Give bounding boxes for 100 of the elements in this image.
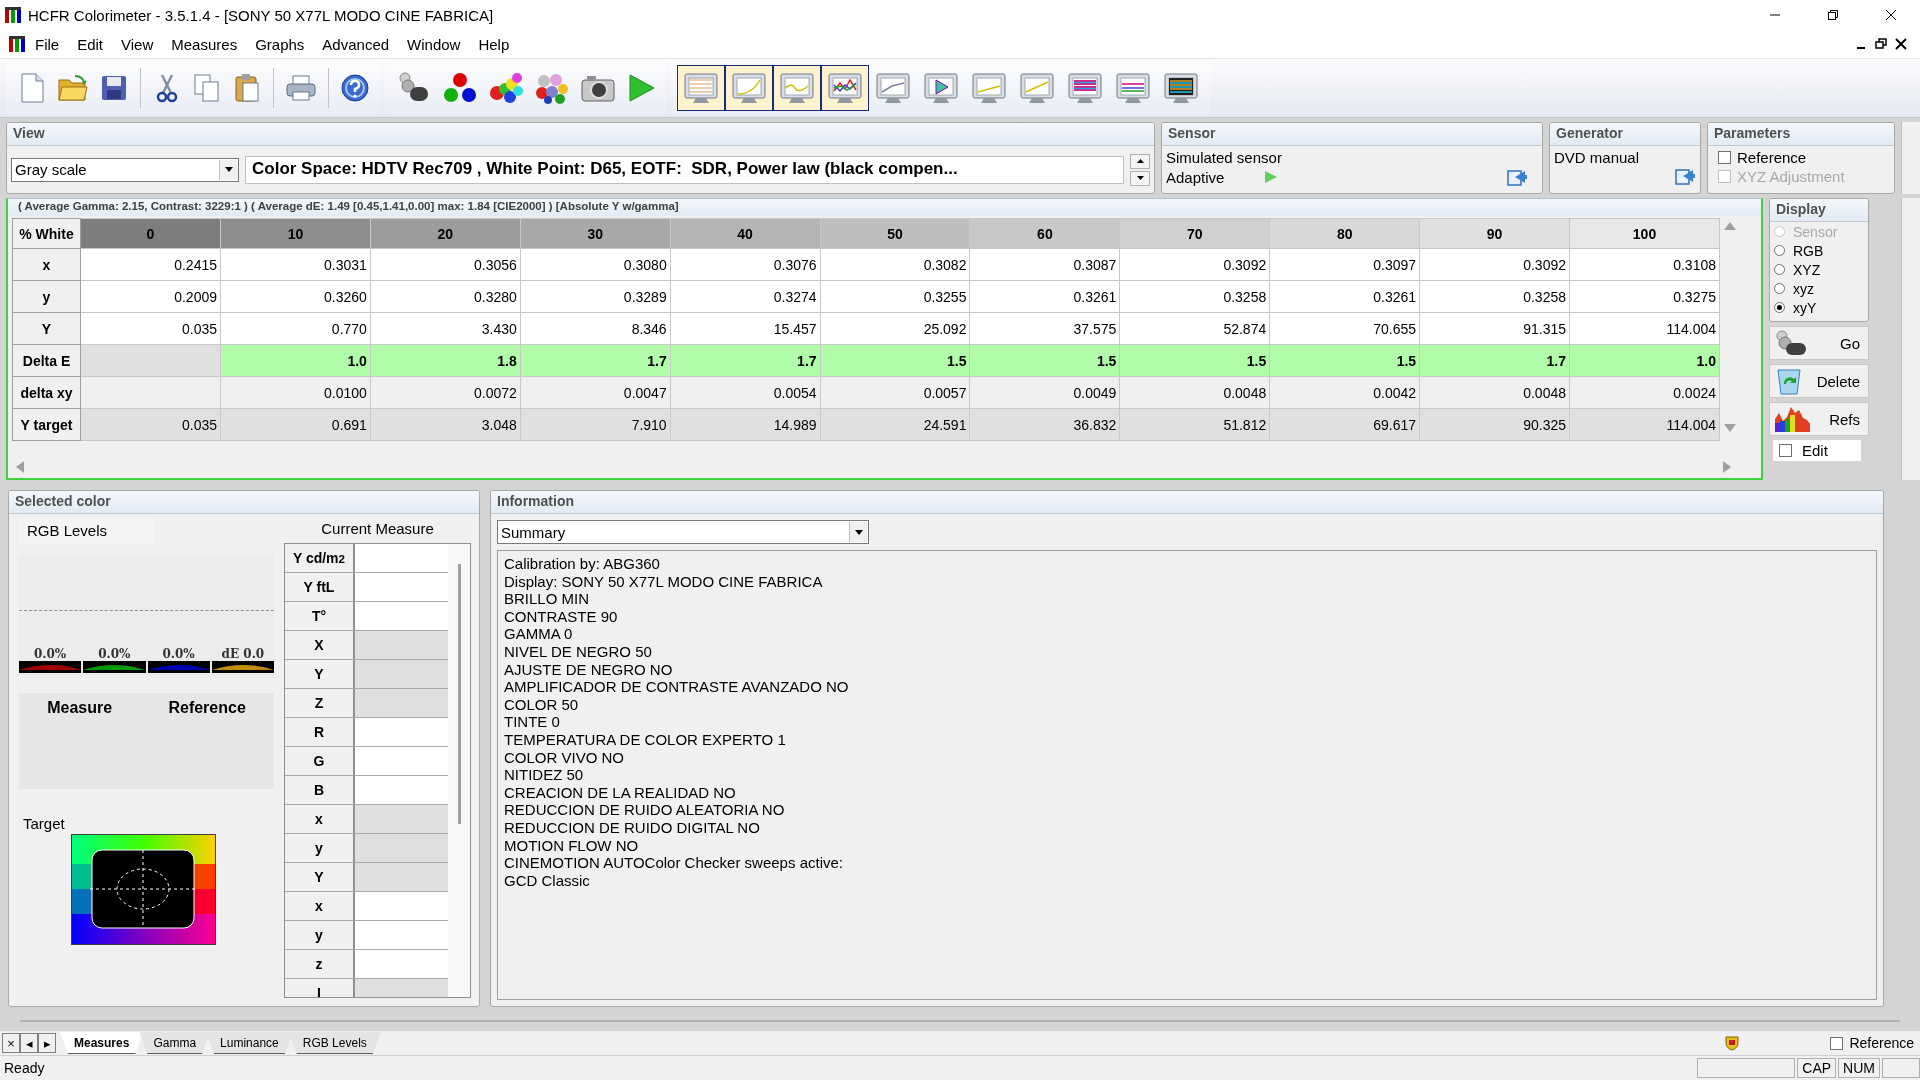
scrollbar-thumb[interactable]: [457, 564, 461, 824]
column-header[interactable]: 10: [220, 218, 371, 249]
column-header[interactable]: 70: [1119, 218, 1270, 249]
column-header[interactable]: 40: [670, 218, 821, 249]
info-line: CONTRASTE 90: [504, 607, 619, 626]
column-header[interactable]: 80: [1269, 218, 1420, 249]
menu-item[interactable]: Measures: [162, 32, 247, 56]
table-cell: 0.3087: [969, 248, 1120, 281]
row-header: y: [285, 834, 355, 862]
row-header: z: [285, 950, 355, 978]
row-header: Y ftL: [285, 573, 355, 601]
configure-icon[interactable]: [1506, 167, 1528, 187]
restore-button[interactable]: [1874, 37, 1888, 51]
toolbar-button[interactable]: [725, 65, 773, 111]
column-header[interactable]: 30: [520, 218, 671, 249]
scroll-right-icon[interactable]: [1723, 461, 1731, 473]
action-button[interactable]: Go: [1769, 326, 1869, 360]
scrollbar-track[interactable]: [1901, 122, 1920, 194]
row-header: y: [12, 280, 81, 313]
menu-item[interactable]: Advanced: [313, 32, 399, 56]
table-cell: 0.0100: [220, 376, 371, 409]
table-cell: 1.7: [1419, 344, 1570, 377]
radio-button[interactable]: [1774, 245, 1785, 256]
level-value: 0.0%: [34, 647, 67, 661]
column-header[interactable]: 0: [80, 218, 221, 249]
row-header: Y target: [12, 408, 81, 441]
close-button[interactable]: [1894, 37, 1908, 51]
sheet-tab[interactable]: RGB Levels: [288, 1032, 381, 1054]
table-cell: 0.3056: [370, 248, 521, 281]
menu-item[interactable]: Help: [469, 32, 519, 56]
radio-button[interactable]: [1774, 283, 1785, 294]
radio-label: xyz: [1793, 280, 1814, 297]
menu-item[interactable]: Edit: [68, 32, 113, 56]
scroll-up-icon[interactable]: [1724, 222, 1736, 230]
action-button[interactable]: Delete: [1769, 364, 1869, 398]
table-cell: 0.3261: [969, 280, 1120, 313]
table-cell: 14.989: [670, 408, 821, 441]
row-header: x: [285, 805, 355, 833]
table-cell: 3.048: [370, 408, 521, 441]
checkbox[interactable]: [1830, 1036, 1844, 1050]
scroll-left-icon[interactable]: [16, 461, 24, 473]
column-header[interactable]: 20: [370, 218, 521, 249]
configure-icon[interactable]: [1674, 166, 1696, 186]
monitor-icon: [1114, 71, 1152, 105]
column-header[interactable]: 60: [969, 218, 1120, 249]
spin-down-button[interactable]: [1130, 170, 1150, 186]
sheet-tab[interactable]: Luminance: [206, 1032, 293, 1054]
target-title: Target: [23, 815, 66, 832]
table-cell: 0.3289: [520, 280, 671, 313]
table-cell: 0.3076: [670, 248, 821, 281]
spectrum-icon: [1774, 405, 1810, 433]
status-text: Ready: [3, 1060, 46, 1076]
scroll-down-icon[interactable]: [1724, 424, 1736, 432]
checkbox[interactable]: [1779, 444, 1792, 457]
column-header[interactable]: 90: [1419, 218, 1570, 249]
menu-item[interactable]: File: [26, 32, 69, 56]
tab-nav-button[interactable]: ◂: [20, 1033, 38, 1053]
row-header: T°: [285, 602, 355, 630]
scrollbar-track[interactable]: [1901, 198, 1920, 480]
info-line: TINTE 0: [504, 713, 561, 731]
toolbar-button[interactable]: [677, 65, 725, 111]
restore-icon[interactable]: [1827, 9, 1839, 21]
scissors-icon: [155, 73, 179, 103]
table-cell: 0.3258: [1119, 280, 1270, 313]
menu-item[interactable]: View: [112, 32, 163, 56]
menu-item[interactable]: Graphs: [246, 32, 314, 56]
view-dropdown[interactable]: Gray scale: [11, 157, 239, 182]
table-cell: 1.5: [969, 344, 1120, 377]
table-cell: 3.430: [370, 312, 521, 345]
toolbar-button[interactable]: [773, 65, 821, 111]
column-header[interactable]: 100: [1569, 218, 1720, 249]
table-cell: 0.3092: [1419, 248, 1570, 281]
table-cell: 1.8: [370, 344, 521, 377]
level-bar: [83, 661, 146, 673]
sheet-tab[interactable]: Measures: [60, 1032, 144, 1054]
row-header: Y: [285, 660, 355, 688]
tab-nav-button[interactable]: ▸: [38, 1033, 56, 1053]
info-dropdown[interactable]: Summary: [497, 520, 869, 544]
radio-button[interactable]: [1774, 264, 1785, 275]
table-cell: 36.832: [969, 408, 1120, 441]
spin-up-button[interactable]: [1130, 153, 1150, 169]
window-title: HCFR Colorimeter - 3.5.1.4 - [SONY 50 X77L MODO CINE FABRICA]: [28, 6, 495, 24]
info-line: BRILLO MIN: [504, 590, 591, 608]
info-line: MOTION FLOW NO: [504, 836, 640, 855]
checkbox[interactable]: [1718, 151, 1731, 164]
table-cell: 70.655: [1269, 312, 1420, 345]
table-cell: 0.035: [80, 408, 221, 441]
table-cell: 0.0054: [670, 376, 821, 409]
table-cell: 69.617: [1269, 408, 1420, 441]
close-icon[interactable]: [1885, 9, 1897, 21]
action-button[interactable]: Refs: [1769, 402, 1869, 436]
column-header[interactable]: 50: [820, 218, 970, 249]
row-header: R: [285, 718, 355, 746]
table-cell: 0.3275: [1569, 280, 1720, 313]
menu-item[interactable]: Window: [398, 32, 470, 56]
toolbar-button[interactable]: [821, 65, 869, 111]
monitor-icon: [1018, 71, 1056, 105]
radio-button[interactable]: [1774, 302, 1785, 313]
table-cell: 0.0072: [370, 376, 521, 409]
tab-nav-button[interactable]: ×: [2, 1033, 20, 1053]
